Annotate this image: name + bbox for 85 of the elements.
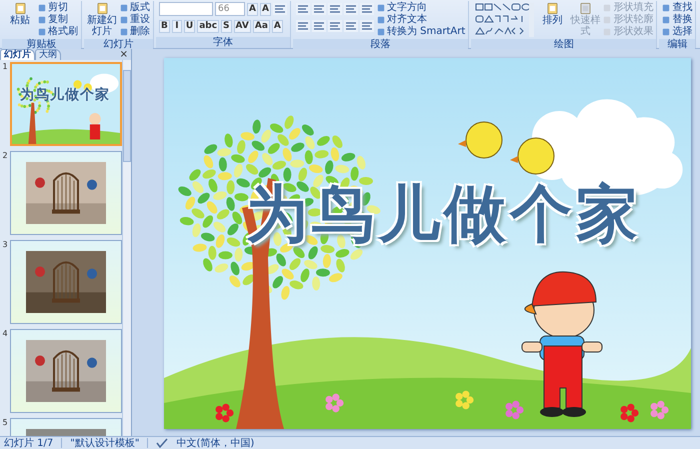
group-label: 剪贴板 [2,39,81,50]
flower [216,404,234,422]
format-icon[interactable] [296,20,310,32]
font-field[interactable]: 66 [215,2,245,16]
format-button[interactable]: abc [197,20,220,32]
shapes-gallery-drawing[interactable] [474,2,534,38]
ribbon-button[interactable]: 版式 [120,2,150,14]
square-icon [120,16,128,24]
format-button[interactable]: Aa [252,20,270,32]
format-icon[interactable] [344,20,358,32]
slide-thumbnail[interactable] [10,151,122,235]
flower [650,400,669,420]
format-icon[interactable] [312,20,326,32]
group-label: 段落 [292,39,468,50]
panel-tab[interactable]: 幻灯片 [0,49,35,60]
document-icon [546,2,559,15]
format-icon[interactable] [312,3,326,15]
square-icon [603,4,612,12]
ribbon-button[interactable]: 文字方向 [376,2,466,14]
square-icon [120,28,128,36]
format-button[interactable]: A [260,2,271,16]
slide-thumbnail[interactable] [10,329,122,413]
flower [620,404,639,422]
flower [506,400,524,420]
slide-count: 幻灯片 1/7 [4,436,54,449]
square-icon [120,4,128,12]
square-icon [662,4,670,12]
square-icon [38,4,46,12]
square-icon [662,28,670,36]
format-icon[interactable] [328,3,342,15]
square-icon [38,16,46,24]
square-icon [376,4,385,12]
format-button[interactable]: U [184,20,196,32]
ribbon-button[interactable]: 对齐文本 [376,14,466,26]
square-icon [603,16,612,24]
ribbon-button[interactable]: 重设 [120,14,150,26]
language: 中文(简体，中国) [176,436,254,449]
slide-thumbnail[interactable] [10,240,122,324]
slide-number: 4 [1,329,9,338]
flower [456,390,474,410]
scrollbar[interactable] [122,60,131,436]
format-button[interactable]: AV [234,20,251,32]
format-icon[interactable] [272,3,287,15]
format-button[interactable]: A [272,20,283,32]
ribbon-button[interactable]: 粘贴 [5,2,35,26]
font-field[interactable] [159,2,213,16]
format-icon[interactable] [296,3,310,15]
ribbon-button[interactable]: 查找 [662,2,692,14]
document-icon [96,2,108,15]
theme-name: "默认设计模板" [70,436,140,449]
ribbon-button[interactable]: 删除 [120,26,150,38]
format-button[interactable]: A [247,2,258,16]
ribbon-button[interactable]: 格式刷 [38,26,78,38]
slide-number: 3 [1,240,9,249]
square-icon [376,16,385,24]
ribbon-button[interactable]: 替换 [662,14,692,26]
document-icon [14,2,26,15]
format-icon[interactable] [344,3,358,15]
format-icon[interactable] [328,20,342,32]
ribbon-button[interactable]: 选择 [662,26,692,38]
document-icon [578,2,592,15]
spell-check-icon[interactable] [156,438,168,448]
square-icon [376,28,385,36]
group-label: 幻灯片 [84,39,153,50]
ribbon-button[interactable]: 复制 [38,14,78,26]
format-icon[interactable] [360,3,374,15]
group-label: 绘图 [471,39,656,50]
square-icon [662,16,670,24]
format-button[interactable]: I [172,20,182,32]
slide-number: 2 [1,151,9,160]
square-icon [38,28,46,36]
ribbon-button[interactable]: 新建幻灯片 [87,2,117,37]
slide-number: 5 [1,418,9,427]
format-button[interactable]: S [221,20,232,32]
format-icon[interactable] [360,20,374,32]
ribbon-button[interactable]: 排列 [537,2,568,26]
group-label: 编辑 [659,39,696,50]
ribbon-button[interactable]: 剪切 [38,2,78,14]
group-label: 字体 [156,37,290,48]
format-button[interactable]: B [159,20,170,32]
ribbon-button[interactable]: 转换为 SmartArt [376,26,466,38]
panel-tab[interactable]: 大纲 [35,49,61,60]
close-button[interactable]: × [120,50,131,60]
flower [326,394,344,412]
slide-number: 1 [1,62,9,71]
